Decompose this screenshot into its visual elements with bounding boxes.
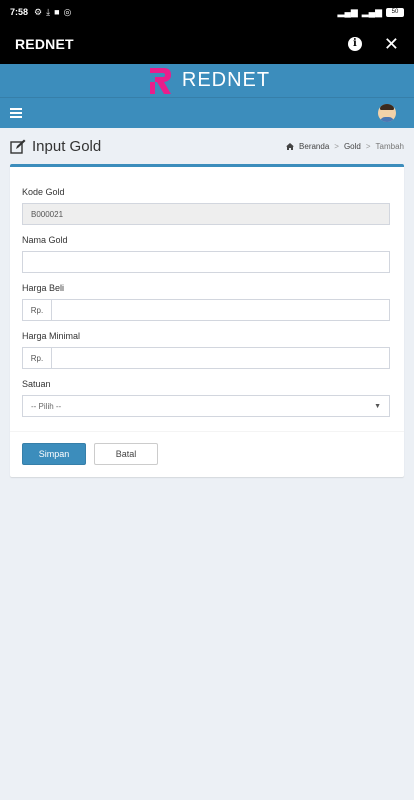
- edit-icon: [10, 139, 26, 154]
- field-harga-minimal: Harga Minimal Rp.: [22, 331, 390, 369]
- signal-icon-2: ▂▄▆: [361, 6, 382, 17]
- app-bar: REDNET i ✕: [0, 24, 414, 64]
- page-title: Input Gold: [10, 138, 101, 155]
- navbar: [0, 97, 414, 128]
- close-icon[interactable]: ✕: [384, 35, 399, 53]
- chevron-down-icon: ▼: [374, 402, 381, 410]
- kode-gold-input: B000021: [22, 203, 390, 225]
- cancel-button[interactable]: Batal: [94, 443, 158, 465]
- home-icon: [286, 142, 295, 150]
- harga-beli-input[interactable]: [51, 299, 390, 321]
- notification-icon: ⚙: [34, 6, 43, 17]
- breadcrumb-separator: >: [365, 141, 371, 151]
- harga-minimal-label: Harga Minimal: [22, 331, 81, 341]
- status-time: 7:58: [10, 7, 29, 17]
- app-title: REDNET: [15, 36, 74, 52]
- brand-logo[interactable]: REDNET: [144, 66, 270, 96]
- save-button[interactable]: Simpan: [22, 443, 86, 465]
- breadcrumb: Beranda > Gold > Tambah: [286, 142, 404, 151]
- satuan-select[interactable]: -- Pilih -- ▼: [22, 395, 390, 417]
- brand-name: REDNET: [181, 69, 271, 91]
- nama-gold-input[interactable]: [22, 251, 390, 273]
- kode-gold-label: Kode Gold: [22, 187, 65, 197]
- breadcrumb-current: Tambah: [375, 141, 404, 151]
- field-satuan: Satuan -- Pilih -- ▼: [22, 379, 390, 417]
- breadcrumb-home[interactable]: Beranda: [299, 142, 329, 151]
- form-box: Kode Gold B000021 Nama Gold Harga Beli R…: [10, 164, 404, 477]
- harga-beli-label: Harga Beli: [22, 283, 65, 293]
- battery-icon: 50: [386, 7, 404, 17]
- status-bar: 7:58 ⚙ ⤓ ■ ◎ ▂▄▆ ▂▄▆ 50: [0, 0, 414, 24]
- page-title-text: Input Gold: [32, 137, 102, 155]
- harga-minimal-prefix: Rp.: [22, 347, 51, 369]
- signal-icon: ▂▄▆: [337, 6, 358, 17]
- app-notification-icon: ■: [54, 7, 60, 17]
- user-avatar[interactable]: [378, 104, 396, 122]
- field-nama-gold: Nama Gold: [22, 235, 390, 273]
- field-harga-beli: Harga Beli Rp.: [22, 283, 390, 321]
- harga-minimal-input[interactable]: [51, 347, 390, 369]
- satuan-selected: -- Pilih --: [31, 401, 62, 411]
- nama-gold-label: Nama Gold: [22, 235, 68, 245]
- info-icon[interactable]: i: [347, 37, 362, 51]
- sync-icon: ◎: [63, 6, 72, 17]
- brand-header[interactable]: REDNET: [0, 64, 414, 97]
- rednet-logo-icon: [149, 67, 171, 94]
- status-icons: ⚙ ⤓ ■ ◎: [34, 7, 71, 18]
- download-icon: ⤓: [46, 6, 51, 17]
- field-kode-gold: Kode Gold B000021: [22, 187, 390, 225]
- content-header: Input Gold Beranda > Gold > Tambah: [10, 128, 404, 164]
- breadcrumb-separator: >: [334, 141, 339, 151]
- breadcrumb-gold[interactable]: Gold: [344, 142, 361, 151]
- satuan-label: Satuan: [22, 379, 51, 389]
- form-footer: Simpan Batal: [10, 431, 404, 477]
- harga-beli-prefix: Rp.: [22, 299, 51, 321]
- status-right: ▂▄▆ ▂▄▆ 50: [338, 7, 404, 18]
- menu-toggle-icon[interactable]: [10, 108, 22, 118]
